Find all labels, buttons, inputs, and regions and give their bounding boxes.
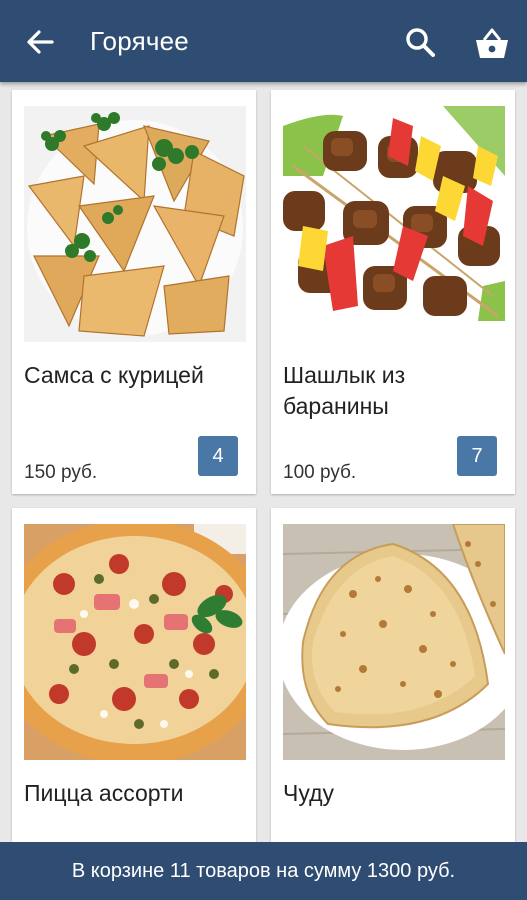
product-name: Шашлык из баранины xyxy=(283,362,406,419)
quantity-badge[interactable]: 4 xyxy=(198,436,238,476)
chudu-photo xyxy=(283,524,505,760)
product-name: Чуду xyxy=(283,780,334,806)
product-name: Пицца ассорти xyxy=(24,780,184,806)
search-icon[interactable] xyxy=(402,24,440,62)
samsa-photo xyxy=(24,106,246,342)
product-grid: Самса с курицей 150 руб. 4 Шашлык из бар… xyxy=(0,82,527,842)
product-price: 150 руб. xyxy=(24,462,98,483)
arrow-left-icon[interactable] xyxy=(22,24,58,60)
cart-summary-bar[interactable]: В корзине 11 товаров на сумму 1300 руб. xyxy=(0,842,527,900)
product-card-pizza[interactable]: Пицца ассорти xyxy=(12,508,256,842)
shashlik-photo xyxy=(283,106,505,342)
quantity-badge[interactable]: 7 xyxy=(457,436,497,476)
product-card-samsa[interactable]: Самса с курицей 150 руб. 4 xyxy=(12,90,256,494)
app-bar: Горячее xyxy=(0,0,527,82)
pizza-photo xyxy=(24,524,246,760)
product-price: 100 руб. xyxy=(283,462,357,483)
product-name: Самса с курицей xyxy=(24,362,204,388)
cart-summary-text: В корзине 11 товаров на сумму 1300 руб. xyxy=(71,859,456,882)
product-card-chudu[interactable]: Чуду xyxy=(271,508,515,842)
page-title: Горячее xyxy=(90,26,189,56)
basket-icon[interactable] xyxy=(470,22,514,66)
product-card-shashlik[interactable]: Шашлык из баранины 100 руб. 7 xyxy=(271,90,515,494)
